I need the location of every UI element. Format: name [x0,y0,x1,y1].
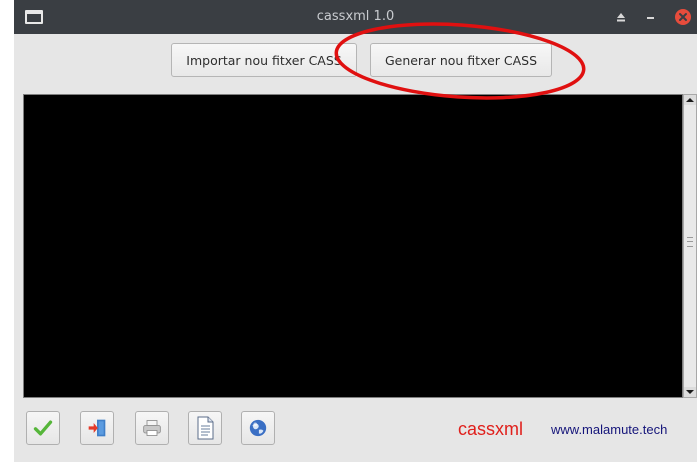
check-icon [33,420,53,436]
scroll-grip-icon[interactable] [687,237,693,247]
website-button[interactable] [241,411,275,445]
website-link[interactable]: www.malamute.tech [551,422,667,437]
top-toolbar: Importar nou fitxer CASS Generar nou fit… [14,34,697,90]
window-title: cassxml 1.0 [316,9,395,24]
document-icon [197,416,214,440]
close-icon[interactable] [674,8,692,26]
brand-label: cassxml [458,419,524,439]
exit-button[interactable] [80,411,114,445]
vertical-scrollbar[interactable] [683,94,697,398]
print-button[interactable] [135,411,169,445]
shade-icon[interactable] [612,8,630,26]
exit-door-icon [88,419,106,437]
globe-icon [249,419,267,437]
output-console[interactable] [23,94,683,398]
generate-cass-button[interactable]: Generar nou fitxer CASS [370,43,552,77]
accept-button[interactable] [26,411,60,445]
scroll-down-icon[interactable] [684,387,696,397]
app-window: cassxml 1.0 Importar nou fitxer CASS Gen… [14,0,697,462]
minimize-icon[interactable] [642,8,660,26]
document-button[interactable] [188,411,222,445]
import-cass-button[interactable]: Importar nou fitxer CASS [171,43,357,77]
title-bar[interactable]: cassxml 1.0 [14,0,697,34]
scroll-up-icon[interactable] [684,95,696,105]
bottom-toolbar: cassxml www.malamute.tech [14,402,697,462]
printer-icon [143,420,161,436]
